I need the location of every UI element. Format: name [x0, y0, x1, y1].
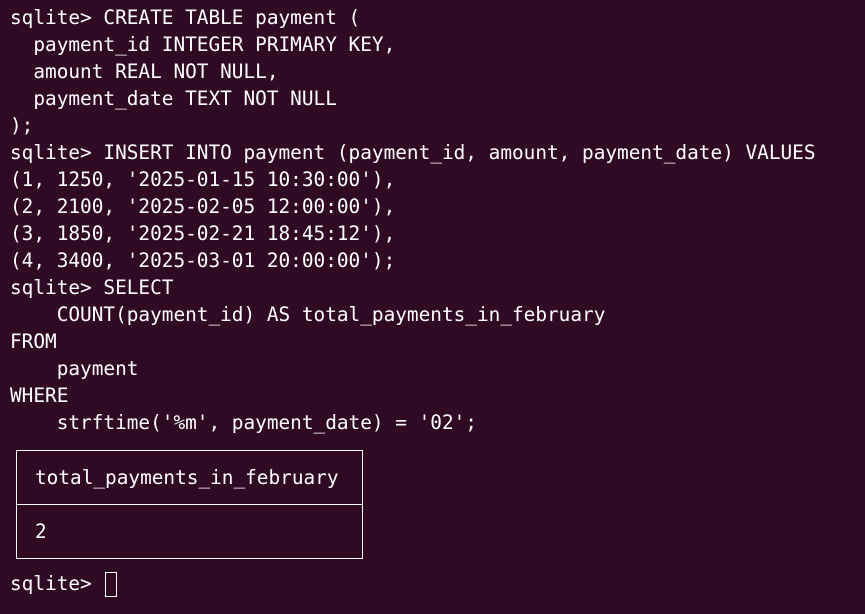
terminal-line: FROM — [10, 330, 57, 353]
result-table: total_payments_in_february 2 — [16, 450, 363, 559]
prompt-label: sqlite> — [10, 572, 104, 595]
command-prompt[interactable]: sqlite> — [10, 569, 865, 599]
result-column-header: total_payments_in_february — [17, 451, 362, 505]
terminal-output[interactable]: sqlite> CREATE TABLE payment ( payment_i… — [10, 4, 865, 599]
terminal-line: COUNT(payment_id) AS total_payments_in_f… — [10, 303, 606, 326]
terminal-line: sqlite> SELECT — [10, 276, 174, 299]
terminal-line: sqlite> CREATE TABLE payment ( — [10, 6, 361, 29]
terminal-line: strftime('%m', payment_date) = '02'; — [10, 411, 477, 434]
terminal-line: sqlite> INSERT INTO payment (payment_id,… — [10, 141, 816, 164]
text-cursor — [105, 571, 118, 597]
terminal-line: payment_id INTEGER PRIMARY KEY, — [10, 33, 396, 56]
terminal-line: (1, 1250, '2025-01-15 10:30:00'), — [10, 168, 396, 191]
terminal-line: WHERE — [10, 384, 69, 407]
terminal-line: ); — [10, 114, 34, 137]
terminal-line: (3, 1850, '2025-02-21 18:45:12'), — [10, 222, 396, 245]
terminal-line: payment — [10, 357, 139, 380]
terminal-line: (4, 3400, '2025-03-01 20:00:00'); — [10, 249, 396, 272]
terminal-line: amount REAL NOT NULL, — [10, 60, 279, 83]
terminal-line: payment_date TEXT NOT NULL — [10, 87, 337, 110]
result-cell: 2 — [35, 520, 47, 543]
terminal-line: (2, 2100, '2025-02-05 12:00:00'), — [10, 195, 396, 218]
